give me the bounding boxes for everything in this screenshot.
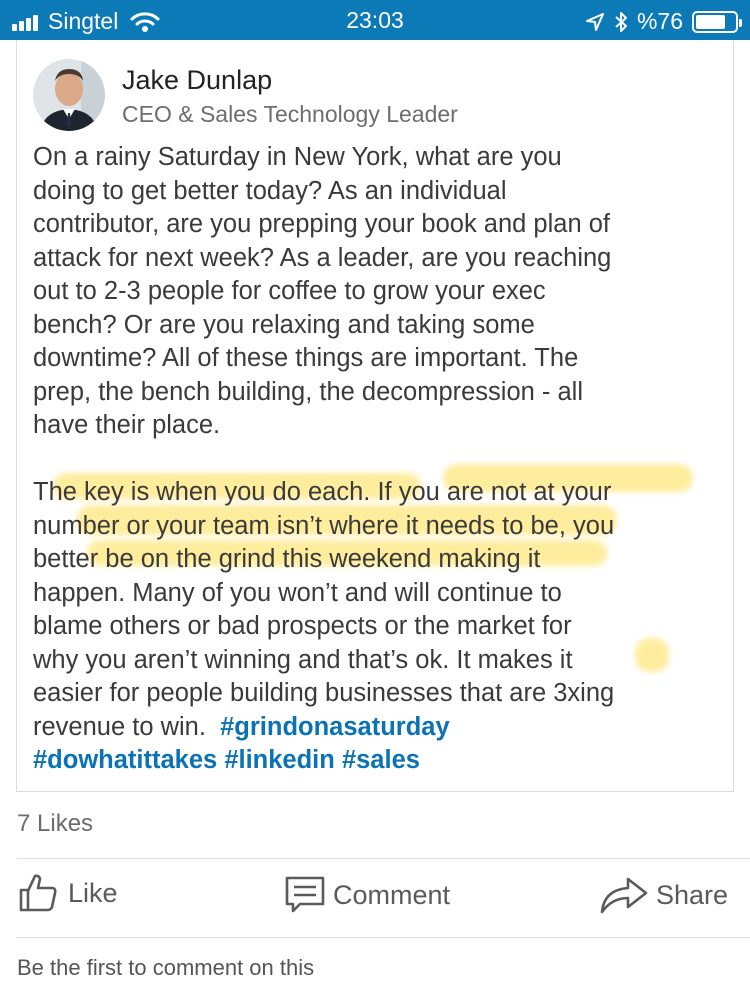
comment-prompt[interactable]: Be the first to comment on this — [17, 955, 314, 981]
post-line: On a rainy Saturday in New York, what ar… — [33, 143, 562, 171]
battery-percent: %76 — [636, 8, 683, 34]
share-button[interactable]: Share — [600, 876, 728, 914]
comment-label: Comment — [333, 879, 451, 910]
post-line: downtime? All of these things are import… — [33, 344, 579, 372]
post-card: Jake Dunlap CEO & Sales Technology Leade… — [16, 40, 734, 792]
like-button[interactable]: Like — [18, 872, 118, 914]
hashtag-link[interactable]: #dowhatittakes — [33, 746, 217, 774]
post-line: contributor, are you prepping your book … — [33, 210, 610, 238]
post-line-text: revenue to win. — [33, 712, 221, 741]
divider — [17, 858, 750, 859]
post-line: #dowhatittakes #linkedin #sales — [33, 744, 733, 778]
likes-count[interactable]: 7 Likes — [17, 810, 93, 838]
post-line: attack for next week? As a leader, are y… — [33, 243, 612, 272]
battery-icon — [692, 10, 742, 33]
post-line: doing to get better today? As an individ… — [33, 176, 507, 205]
hashtag-link[interactable]: #linkedin — [224, 746, 335, 774]
status-bar: Singtel 23:03 %76 — [0, 0, 750, 40]
post-line: revenue to win. #grindonasaturday — [33, 711, 733, 745]
like-label: Like — [68, 877, 118, 908]
post-line: out to 2-3 people for coffee to grow you… — [33, 277, 546, 305]
post-line: number or your team isn’t where it needs… — [33, 511, 615, 540]
bluetooth-icon — [615, 11, 627, 32]
share-arrow-icon — [600, 877, 648, 914]
hashtag-link[interactable]: #grindonasaturday — [220, 713, 450, 741]
divider — [17, 937, 750, 938]
author-headline: CEO & Sales Technology Leader — [122, 101, 458, 127]
post-line: prep, the bench building, the decompress… — [33, 377, 584, 406]
post-body: On a rainy Saturday in New York, what ar… — [33, 141, 733, 778]
post-line: better be on the grind this weekend maki… — [33, 545, 541, 573]
share-label: Share — [656, 879, 729, 910]
comment-button[interactable]: Comment — [285, 876, 450, 914]
post-line: happen. Many of you won’t and will conti… — [33, 578, 562, 607]
location-arrow-icon — [585, 12, 604, 31]
post-line: why you aren’t winning and that’s ok. It… — [33, 645, 573, 674]
author-name[interactable]: Jake Dunlap — [122, 65, 272, 96]
post-line: The key is when you do each. If you are … — [33, 478, 612, 506]
comment-icon — [285, 876, 325, 913]
post-line: easier for people building businesses th… — [33, 679, 615, 707]
post-line: have their place. — [33, 411, 221, 439]
post-line: bench? Or are you relaxing and taking so… — [33, 310, 535, 339]
thumbs-up-icon — [19, 874, 57, 912]
hashtag-link[interactable]: #sales — [342, 746, 420, 774]
post-line: blame others or bad prospects or the mar… — [33, 612, 572, 640]
author-avatar[interactable] — [33, 59, 105, 131]
